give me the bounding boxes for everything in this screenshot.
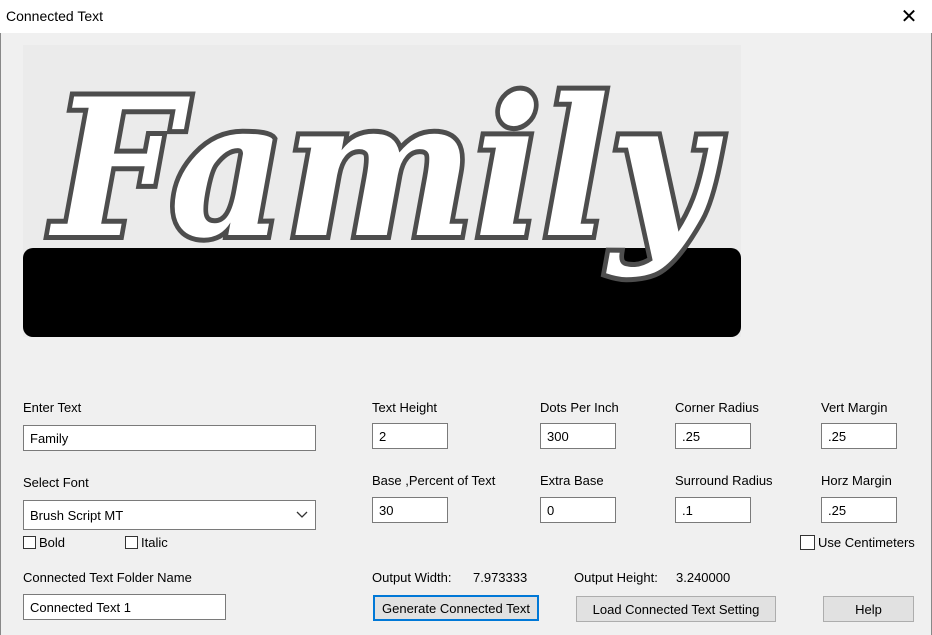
- folder-name-input[interactable]: [23, 594, 226, 620]
- italic-checkbox-label: Italic: [141, 535, 168, 550]
- corner-radius-label: Corner Radius: [675, 400, 759, 415]
- font-select-value: Brush Script MT: [30, 507, 124, 523]
- window-border-left: [0, 33, 1, 635]
- corner-radius-input[interactable]: [675, 423, 751, 449]
- text-height-label: Text Height: [372, 400, 438, 415]
- font-select[interactable]: Brush Script MT: [23, 500, 316, 530]
- surround-radius-input[interactable]: [675, 497, 751, 523]
- use-centimeters-checkbox-box[interactable]: [800, 535, 815, 550]
- output-width-label: Output Width:: [372, 570, 452, 585]
- vert-margin-input[interactable]: [821, 423, 897, 449]
- folder-name-label: Connected Text Folder Name: [23, 570, 192, 585]
- dots-per-inch-input[interactable]: [540, 423, 616, 449]
- base-percent-label: Base ,Percent of Text: [372, 473, 496, 488]
- output-width-value: 7.973333: [473, 570, 528, 585]
- bold-checkbox-label: Bold: [39, 535, 66, 550]
- preview-text: Family: [48, 57, 724, 280]
- load-connected-text-setting-button[interactable]: Load Connected Text Setting: [576, 596, 776, 622]
- horz-margin-input[interactable]: [821, 497, 897, 523]
- chevron-down-icon: [295, 508, 309, 522]
- italic-checkbox[interactable]: Italic: [125, 535, 168, 550]
- use-centimeters-checkbox[interactable]: Use Centimeters: [800, 535, 915, 550]
- help-button[interactable]: Help: [823, 596, 914, 622]
- title-bar: Connected Text ✕: [0, 0, 932, 33]
- window-title: Connected Text: [6, 8, 104, 24]
- bold-checkbox-box[interactable]: [23, 536, 36, 549]
- surround-radius-label: Surround Radius: [675, 473, 773, 488]
- enter-text-label: Enter Text: [23, 400, 82, 415]
- extra-base-label: Extra Base: [540, 473, 604, 488]
- text-height-input[interactable]: [372, 423, 448, 449]
- extra-base-input[interactable]: [540, 497, 616, 523]
- close-button[interactable]: ✕: [886, 0, 932, 33]
- vert-margin-label: Vert Margin: [821, 400, 888, 415]
- horz-margin-label: Horz Margin: [821, 473, 892, 488]
- base-percent-input[interactable]: [372, 497, 448, 523]
- close-icon: ✕: [900, 6, 918, 28]
- enter-text-input[interactable]: [23, 425, 316, 451]
- generate-connected-text-button[interactable]: Generate Connected Text: [373, 595, 539, 621]
- use-centimeters-label: Use Centimeters: [818, 535, 915, 550]
- italic-checkbox-box[interactable]: [125, 536, 138, 549]
- output-height-value: 3.240000: [676, 570, 731, 585]
- select-font-label: Select Font: [23, 475, 89, 490]
- output-height-label: Output Height:: [574, 570, 658, 585]
- preview-image: Family: [23, 45, 741, 337]
- bold-checkbox[interactable]: Bold: [23, 535, 65, 550]
- dots-per-inch-label: Dots Per Inch: [540, 400, 619, 415]
